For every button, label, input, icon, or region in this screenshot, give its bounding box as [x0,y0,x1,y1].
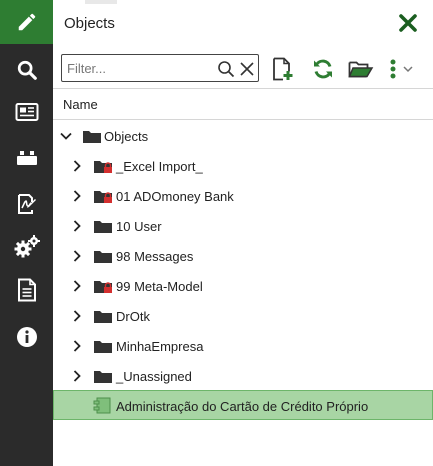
tree-item-label: _Unassigned [116,369,192,384]
search-icon [17,60,37,80]
chevron-down-icon [403,66,413,73]
tree-item-label: MinhaEmpresa [116,339,204,354]
folder-icon [83,131,101,143]
rail-item-news[interactable] [0,90,53,134]
rail-item-settings[interactable] [0,225,53,269]
more-menu-button[interactable] [384,56,418,82]
panel-title: Objects [64,15,115,32]
tree-item-selected[interactable]: Administração do Cartão de Crédito Própr… [53,390,433,420]
tree-item[interactable]: _Excel Import_ [53,151,433,181]
rail-item-blocks[interactable] [0,136,53,180]
signature-icon [17,194,36,214]
tree-root-label: Objects [104,129,149,144]
tree-item-label: 10 User [116,219,162,234]
tree-item[interactable]: 01 ADOmoney Bank [53,181,433,211]
open-folder-icon [348,61,374,78]
tree-root-row[interactable]: Objects [53,121,433,151]
filter-box [61,54,259,82]
refresh-button[interactable] [310,56,336,82]
rail-item-edit[interactable] [0,0,53,44]
tree-item[interactable]: _Unassigned [53,361,433,391]
blocks-icon [16,151,37,165]
locked-folder-icon [94,161,112,173]
chevron-right-icon[interactable] [70,189,84,203]
tree-item[interactable]: MinhaEmpresa [53,331,433,361]
chevron-right-icon[interactable] [70,279,84,293]
locked-folder-icon [94,281,112,293]
locked-folder-icon [94,191,112,203]
info-icon [16,327,37,347]
toolbar-divider [53,88,433,89]
folder-icon [94,221,112,233]
tree-item[interactable]: 98 Messages [53,241,433,271]
chevron-right-icon[interactable] [70,159,84,173]
tree-item[interactable]: 99 Meta-Model [53,271,433,301]
tree-item-label: DrOtk [116,309,150,324]
clear-icon[interactable] [238,60,256,78]
tree-item[interactable]: 10 User [53,211,433,241]
open-folder-button[interactable] [348,56,374,82]
folder-icon [94,371,112,383]
left-rail [0,0,53,466]
rail-item-document[interactable] [0,268,53,312]
chevron-down-icon[interactable] [59,129,73,143]
search-icon[interactable] [217,60,235,78]
tree-item-label: 99 Meta-Model [116,279,203,294]
more-vertical-icon [390,59,396,79]
gears-icon [14,235,40,258]
pencil-icon [18,13,35,31]
rail-item-signature[interactable] [0,182,53,226]
tree-item-label: _Excel Import_ [116,159,203,174]
folder-icon [94,251,112,263]
folder-icon [94,341,112,353]
chevron-right-icon[interactable] [70,249,84,263]
tab-indicator [85,0,117,4]
chevron-right-icon[interactable] [70,309,84,323]
header-divider [53,119,433,120]
objects-panel: Objects Filter... Name Objects _Excel Im… [53,0,433,466]
tree-item[interactable]: DrOtk [53,301,433,331]
document-icon [17,278,36,302]
tree-item-label: 98 Messages [116,249,194,264]
column-header-name[interactable]: Name [63,97,98,112]
new-document-icon [273,57,293,81]
object-icon [93,397,111,414]
close-icon [399,14,417,32]
close-button[interactable] [398,13,418,33]
refresh-icon [314,59,332,79]
rail-item-search[interactable] [0,48,53,92]
chevron-right-icon[interactable] [70,339,84,353]
filter-input[interactable] [67,59,207,77]
tree-item-label: 01 ADOmoney Bank [116,189,234,204]
chevron-right-icon[interactable] [70,369,84,383]
rail-item-info[interactable] [0,315,53,359]
tree-item-label: Administração do Cartão de Crédito Própr… [116,399,369,414]
folder-icon [94,311,112,323]
chevron-right-icon[interactable] [70,219,84,233]
newspaper-icon [15,103,38,121]
new-document-button[interactable] [270,56,296,82]
